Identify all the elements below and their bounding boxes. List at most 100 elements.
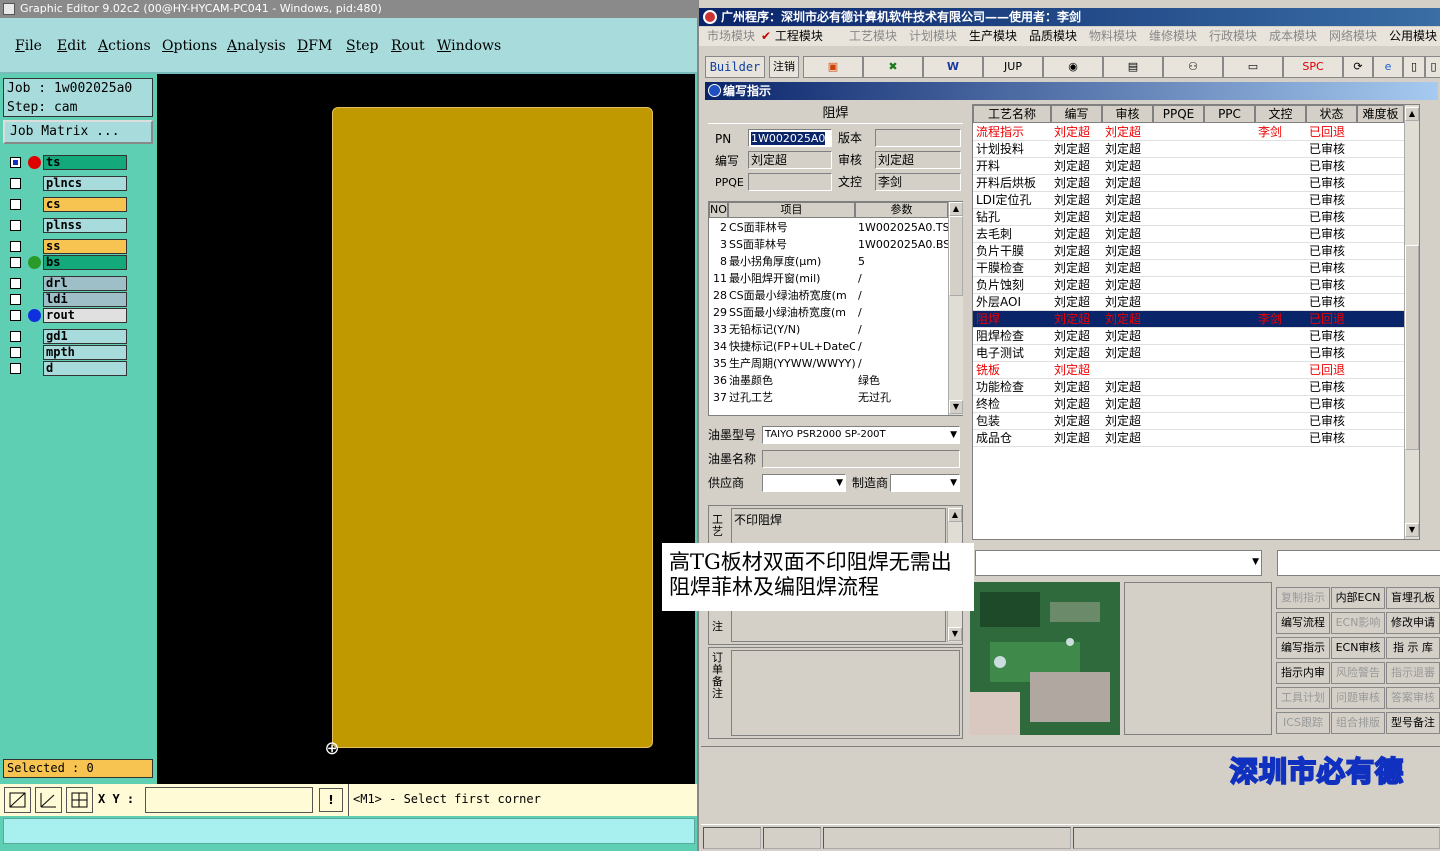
grid-row[interactable]: LDI定位孔 刘定超 刘定超 已审核 — [973, 192, 1404, 209]
menu-dfm[interactable]: DFM — [297, 38, 332, 54]
param-row[interactable]: 37 过孔工艺 无过孔 — [709, 389, 949, 406]
grid-row[interactable]: 钻孔 刘定超 刘定超 已审核 — [973, 209, 1404, 226]
action-button[interactable]: 内部ECN — [1331, 587, 1385, 609]
layer-row[interactable]: drl — [6, 276, 127, 291]
action-button[interactable]: 问题审核 — [1331, 687, 1385, 709]
layer-checkbox[interactable] — [10, 157, 21, 168]
layer-checkbox[interactable] — [10, 257, 21, 268]
grid-icon[interactable] — [66, 787, 93, 813]
scroll-up-icon[interactable]: ▲ — [949, 202, 963, 216]
action-button[interactable]: 盲埋孔板 — [1386, 587, 1440, 609]
eye-icon[interactable]: ◉ — [1043, 56, 1103, 78]
grid-row[interactable]: 外层AOI 刘定超 刘定超 已审核 — [973, 294, 1404, 311]
layer-checkbox[interactable] — [10, 199, 21, 210]
layer-row[interactable]: ldi — [6, 292, 127, 307]
ink-model-select[interactable]: TAIYO PSR2000 SP-200T ▼ — [762, 426, 960, 444]
layer-checkbox[interactable] — [10, 331, 21, 342]
module-cost[interactable]: 成本模块 — [1269, 28, 1317, 45]
layer-name[interactable]: ldi — [43, 292, 127, 307]
layer-checkbox[interactable] — [10, 363, 21, 374]
menu-options[interactable]: Options — [162, 38, 217, 54]
grid-header-cell[interactable]: 状态 — [1306, 105, 1357, 123]
scroll-down-icon[interactable]: ▼ — [949, 400, 963, 414]
grid-row[interactable]: 包装 刘定超 刘定超 已审核 — [973, 413, 1404, 430]
more-icon[interactable]: ▯ — [1425, 56, 1440, 78]
layer-row[interactable]: ts — [6, 155, 127, 170]
layer-row[interactable]: rout — [6, 308, 127, 323]
database-icon[interactable]: ▤ — [1103, 56, 1163, 78]
grid-row[interactable]: 流程指示 刘定超 刘定超 李剑 已回退 — [973, 124, 1404, 141]
grid-row[interactable]: 负片干膜 刘定超 刘定超 已审核 — [973, 243, 1404, 260]
layer-name[interactable]: cs — [43, 197, 127, 212]
layer-name[interactable]: drl — [43, 276, 127, 291]
spc-button[interactable]: SPC — [1283, 56, 1343, 78]
param-row[interactable]: 33 无铅标记(Y/N) / — [709, 321, 949, 338]
grid-row[interactable]: 开料后烘板 刘定超 刘定超 已审核 — [973, 175, 1404, 192]
grid-header-cell[interactable]: PPQE — [1153, 105, 1204, 123]
module-market[interactable]: 市场模块 — [707, 28, 755, 45]
action-button[interactable]: 答案审核 — [1386, 687, 1440, 709]
layer-name[interactable]: ss — [43, 239, 127, 254]
grid-row[interactable]: 负片蚀刻 刘定超 刘定超 已审核 — [973, 277, 1404, 294]
grid-row[interactable]: 开料 刘定超 刘定超 已审核 — [973, 158, 1404, 175]
layer-checkbox[interactable] — [10, 241, 21, 252]
grid-row[interactable]: 干膜检查 刘定超 刘定超 已审核 — [973, 260, 1404, 277]
grid-row[interactable]: 电子测试 刘定超 刘定超 已审核 — [973, 345, 1404, 362]
module-engineering[interactable]: ✔ 工程模块 — [761, 28, 823, 45]
layer-row[interactable]: ss — [6, 239, 127, 254]
zoom-box-icon[interactable] — [4, 787, 31, 813]
computer-icon[interactable]: ▭ — [1223, 56, 1283, 78]
grid-row[interactable]: 功能检查 刘定超 刘定超 已审核 — [973, 379, 1404, 396]
action-button[interactable]: 编写流程 — [1276, 612, 1330, 634]
grid-scrollbar[interactable]: ▲ ▼ — [1404, 105, 1419, 539]
layer-name[interactable]: plncs — [43, 176, 127, 191]
action-button[interactable]: 工具计划 — [1276, 687, 1330, 709]
layer-name[interactable]: ts — [43, 155, 127, 170]
param-row[interactable]: 11 最小阻焊开窗(mil) / — [709, 270, 949, 287]
measure-icon[interactable] — [35, 787, 62, 813]
alert-icon[interactable]: ! — [319, 788, 343, 812]
layer-row[interactable]: bs — [6, 255, 127, 270]
action-button[interactable]: 型号备注 — [1386, 712, 1440, 734]
layer-checkbox[interactable] — [10, 347, 21, 358]
supplier-select[interactable]: ▼ — [762, 474, 846, 492]
param-row[interactable]: 29 SS面最小绿油桥宽度(m / — [709, 304, 949, 321]
grid-header-cell[interactable]: 编写 — [1051, 105, 1102, 123]
param-row[interactable]: 3 SS面菲林号 1W002025A0.BS — [709, 236, 949, 253]
action-button[interactable]: ICS跟踪 — [1276, 712, 1330, 734]
layer-checkbox[interactable] — [10, 178, 21, 189]
ppt-icon[interactable]: ▣ — [803, 56, 863, 78]
ie-icon[interactable]: e — [1373, 56, 1403, 78]
document-icon[interactable]: ▯ — [1403, 56, 1425, 78]
grid-row[interactable]: 阻焊检查 刘定超 刘定超 已审核 — [973, 328, 1404, 345]
menu-windows[interactable]: Windows — [437, 38, 501, 54]
param-row[interactable]: 28 CS面最小绿油桥宽度(m / — [709, 287, 949, 304]
grid-row[interactable]: 阻焊 刘定超 刘定超 李剑 已回退 — [973, 311, 1404, 328]
menu-edit[interactable]: Edit — [57, 38, 86, 54]
module-material[interactable]: 物料模块 — [1089, 28, 1137, 45]
module-plan[interactable]: 计划模块 — [909, 28, 957, 45]
order-note-text[interactable] — [731, 650, 960, 736]
action-button[interactable]: 编写指示 — [1276, 637, 1330, 659]
job-matrix-button[interactable]: Job Matrix ... — [3, 120, 153, 144]
grid-row[interactable]: 计划投料 刘定超 刘定超 已审核 — [973, 141, 1404, 158]
menu-rout[interactable]: Rout — [391, 38, 425, 54]
menu-analysis[interactable]: Analysis — [227, 38, 286, 54]
action-button[interactable]: 指示内审 — [1276, 662, 1330, 684]
layer-name[interactable]: bs — [43, 255, 127, 270]
param-row[interactable]: 36 油墨颜色 绿色 — [709, 372, 949, 389]
module-quality[interactable]: 品质模块 — [1029, 28, 1077, 45]
param-row[interactable]: 8 最小拐角厚度(μm) 5 — [709, 253, 949, 270]
doc-field[interactable]: 李剑 — [875, 173, 961, 191]
layer-name[interactable]: gd1 — [43, 329, 127, 344]
grid-header-cell[interactable]: 难度板 — [1357, 105, 1404, 123]
action-button[interactable]: 指示退審 — [1386, 662, 1440, 684]
scroll-up-icon[interactable]: ▲ — [1405, 107, 1419, 121]
menu-actions[interactable]: Actions — [98, 38, 151, 54]
module-network[interactable]: 网络模块 — [1329, 28, 1377, 45]
module-repair[interactable]: 维修模块 — [1149, 28, 1197, 45]
layer-checkbox[interactable] — [10, 310, 21, 321]
builder-button[interactable]: Builder — [705, 56, 765, 78]
param-row[interactable]: 34 快捷标记(FP+UL+DateCo / — [709, 338, 949, 355]
search-input[interactable] — [1277, 550, 1440, 576]
